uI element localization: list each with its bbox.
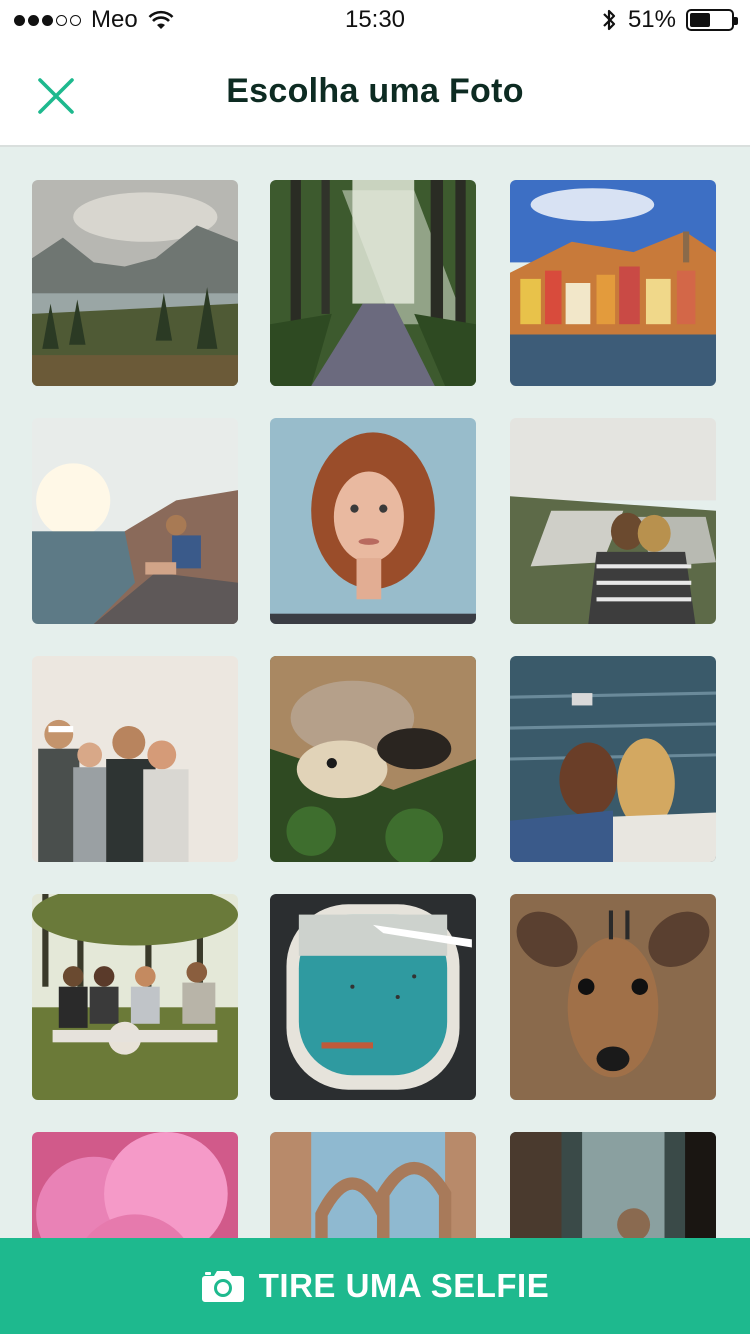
camera-icon xyxy=(201,1271,244,1302)
photo-woman-on-rocks[interactable] xyxy=(32,418,238,624)
pink-smoke-image xyxy=(32,1132,238,1240)
small-deer-image xyxy=(510,894,716,1100)
take-selfie-label: TIRE UMA SELFIE xyxy=(258,1267,550,1304)
photo-small-deer[interactable] xyxy=(510,894,716,1100)
photo-pink-smoke[interactable] xyxy=(32,1132,238,1240)
photo-friends-picnic[interactable] xyxy=(32,894,238,1100)
photo-gothic-ruins[interactable] xyxy=(270,1132,476,1240)
nav-bar: Escolha uma Foto xyxy=(0,40,750,147)
status-right: 51% xyxy=(600,6,738,34)
bluetooth-icon xyxy=(603,9,616,31)
take-selfie-button[interactable]: TIRE UMA SELFIE xyxy=(0,1238,750,1334)
photo-cat-and-dog[interactable] xyxy=(270,656,476,862)
battery-percent: 51% xyxy=(627,6,676,33)
photo-mountain-lake[interactable] xyxy=(32,180,238,386)
mountain-lake-image xyxy=(32,180,238,386)
forest-path-image xyxy=(270,180,476,386)
red-haired-woman-image xyxy=(270,418,476,624)
status-bar: Meo 15:30 51% xyxy=(0,0,750,40)
friends-picnic-image xyxy=(32,894,238,1100)
photo-porto-riverside[interactable] xyxy=(510,180,716,386)
battery-icon xyxy=(686,9,738,31)
battery-level-fill xyxy=(690,13,710,27)
photo-friends-laughing[interactable] xyxy=(32,656,238,862)
photo-couple-selfie-sea[interactable] xyxy=(510,656,716,862)
woman-on-rocks-image xyxy=(32,418,238,624)
photo-grid xyxy=(32,180,720,1240)
photo-couple-blanket[interactable] xyxy=(510,418,716,624)
gothic-ruins-image xyxy=(270,1132,476,1240)
couple-blanket-image xyxy=(510,418,716,624)
photo-forest-path[interactable] xyxy=(270,180,476,386)
airplane-window-image xyxy=(270,894,476,1100)
friends-laughing-image xyxy=(32,656,238,862)
photo-man-in-forest[interactable] xyxy=(510,1132,716,1240)
man-in-forest-image xyxy=(510,1132,716,1240)
couple-selfie-sea-image xyxy=(510,656,716,862)
porto-riverside-image xyxy=(510,180,716,386)
page-title: Escolha uma Foto xyxy=(226,72,524,110)
photo-red-haired-woman[interactable] xyxy=(270,418,476,624)
photo-airplane-window[interactable] xyxy=(270,894,476,1100)
cat-and-dog-image xyxy=(270,656,476,862)
